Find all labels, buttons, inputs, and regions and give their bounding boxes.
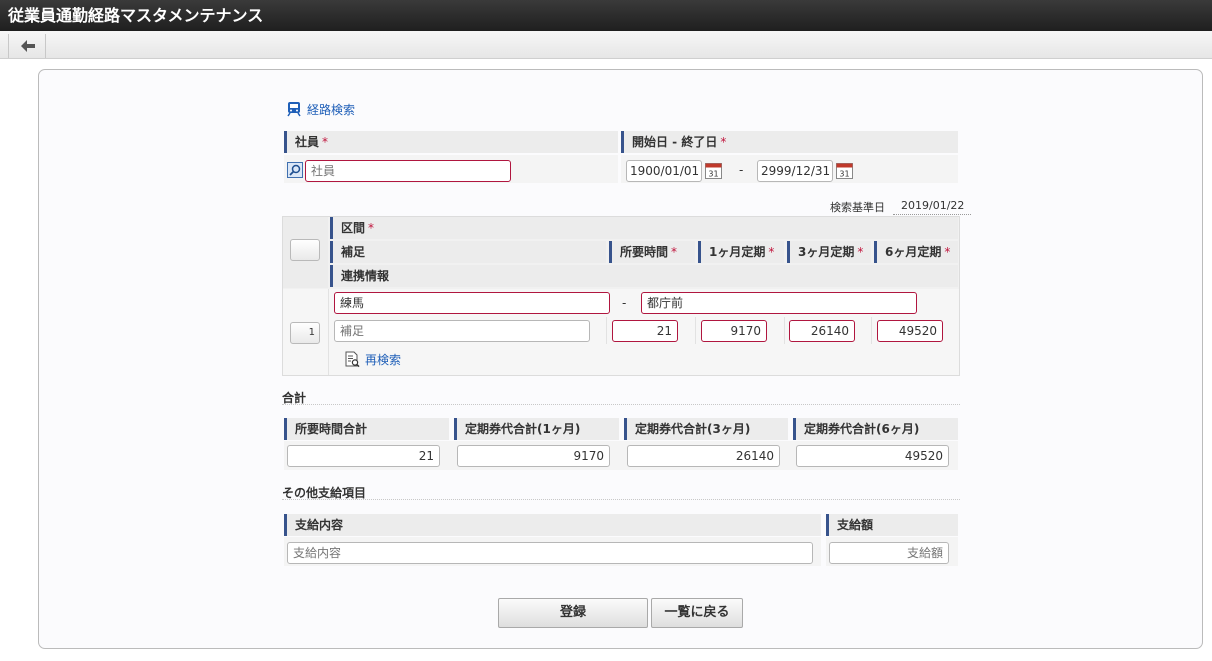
divider <box>606 317 607 344</box>
month6-header-label: 6ヶ月定期 <box>885 245 942 259</box>
section-header: 区間 * <box>330 217 958 239</box>
research-label: 再検索 <box>365 353 402 367</box>
divider <box>328 289 329 375</box>
time-header-label: 所要時間 <box>620 245 669 259</box>
calendar-icon[interactable]: 31 <box>836 161 853 179</box>
section-header-label: 区間 <box>341 221 366 235</box>
employee-header: 社員 * <box>284 131 618 153</box>
date-separator: - <box>739 163 744 177</box>
total-m6-value: 49520 <box>796 445 949 467</box>
toolbar <box>0 31 1212 59</box>
divider <box>784 317 785 344</box>
back-to-list-button[interactable]: 一覧に戻る <box>651 598 743 628</box>
total-time-header: 所要時間合計 <box>284 418 449 440</box>
month1-header-label: 1ヶ月定期 <box>709 245 766 259</box>
month3-input[interactable]: 26140 <box>789 320 855 342</box>
station-separator: - <box>622 296 627 310</box>
to-station-input[interactable]: 都庁前 <box>641 292 917 314</box>
end-date-input[interactable]: 2999/12/31 <box>757 160 833 182</box>
from-station-input[interactable]: 練馬 <box>334 292 610 314</box>
link-info-header: 連携情報 <box>330 265 958 287</box>
divider <box>282 499 960 500</box>
month3-header-label: 3ヶ月定期 <box>798 245 855 259</box>
total-m1-header: 定期券代合計(1ヶ月) <box>454 418 619 440</box>
back-button[interactable] <box>8 34 46 58</box>
month6-input[interactable]: 49520 <box>877 320 943 342</box>
time-input[interactable]: 21 <box>612 320 678 342</box>
employee-input[interactable] <box>305 160 511 182</box>
divider <box>695 317 696 344</box>
payment-amount-input[interactable] <box>829 542 949 564</box>
required-mark: * <box>944 245 951 259</box>
required-mark: * <box>720 135 727 149</box>
required-mark: * <box>857 245 864 259</box>
total-m6-header: 定期券代合計(6ヶ月) <box>793 418 958 440</box>
select-all-checkbox[interactable] <box>290 239 320 261</box>
note-input[interactable] <box>334 320 590 342</box>
period-header: 開始日 - 終了日 * <box>621 131 958 153</box>
search-date-label: 検索基準日 <box>830 201 885 214</box>
train-icon <box>287 102 301 117</box>
route-search-label: 経路検索 <box>307 102 356 117</box>
payment-content-header: 支給内容 <box>284 514 821 536</box>
total-m3-header: 定期券代合計(3ヶ月) <box>624 418 788 440</box>
required-mark: * <box>368 221 375 235</box>
svg-text:31: 31 <box>839 170 849 179</box>
calendar-icon[interactable]: 31 <box>705 161 722 179</box>
payment-content-input[interactable] <box>287 542 813 564</box>
row-checkbox[interactable]: 1 <box>290 322 320 344</box>
required-mark: * <box>768 245 775 259</box>
arrow-left-icon <box>21 40 35 52</box>
month6-header: 6ヶ月定期 * <box>874 241 958 263</box>
document-search-icon <box>345 351 360 368</box>
total-m1-value: 9170 <box>457 445 610 467</box>
month1-header: 1ヶ月定期 * <box>698 241 784 263</box>
period-header-label: 開始日 - 終了日 <box>632 135 718 149</box>
research-link[interactable]: 再検索 <box>345 351 401 368</box>
divider <box>871 317 872 344</box>
search-date-value: 2019/01/22 <box>893 197 972 215</box>
note-header: 補足 <box>330 241 606 263</box>
register-button[interactable]: 登録 <box>498 598 648 628</box>
payment-amount-header: 支給額 <box>826 514 958 536</box>
employee-header-label: 社員 <box>295 135 320 149</box>
time-header: 所要時間 * <box>609 241 695 263</box>
month3-header: 3ヶ月定期 * <box>787 241 871 263</box>
total-time-value: 21 <box>287 445 440 467</box>
route-search-link[interactable]: 経路検索 <box>287 100 355 118</box>
total-m3-value: 26140 <box>627 445 780 467</box>
month1-input[interactable]: 9170 <box>701 320 767 342</box>
required-mark: * <box>322 135 329 149</box>
divider <box>282 404 960 405</box>
required-mark: * <box>671 245 678 259</box>
start-date-input[interactable]: 1900/01/01 <box>626 160 702 182</box>
svg-text:31: 31 <box>708 170 718 179</box>
search-icon[interactable] <box>287 162 303 178</box>
app-title: 従業員通勤経路マスタメンテナンス <box>0 0 1212 31</box>
